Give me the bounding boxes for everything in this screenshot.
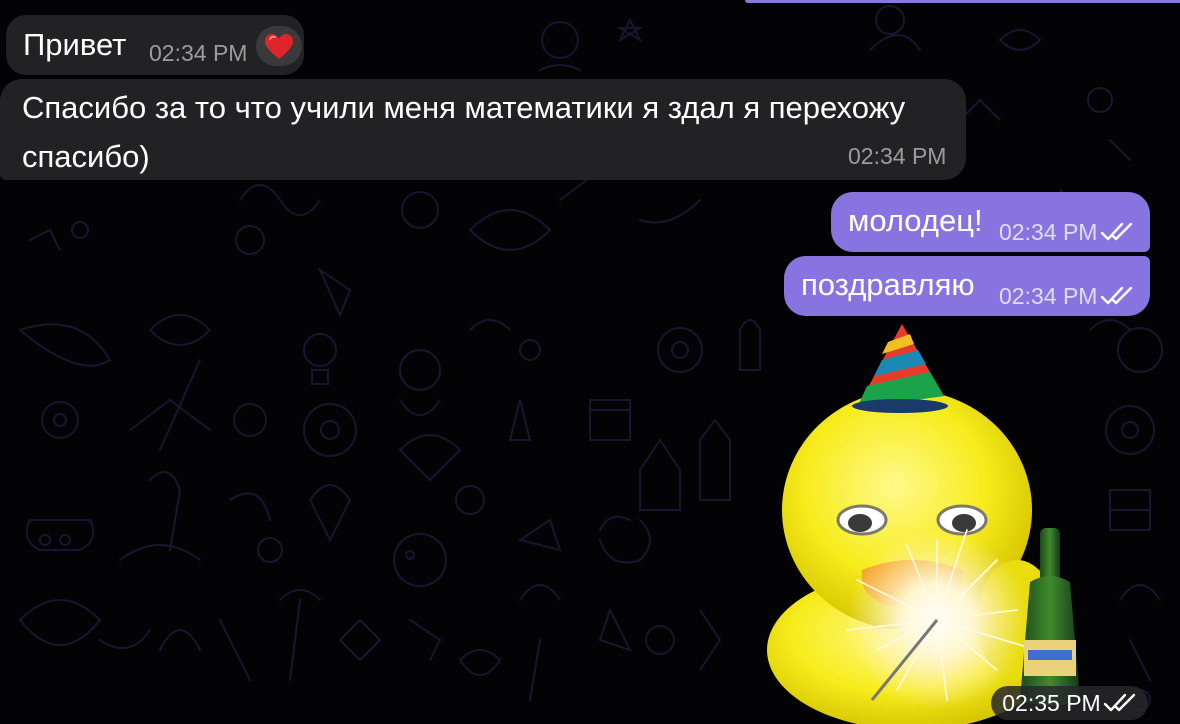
outgoing-message[interactable]: поздравляю 02:34 PM bbox=[784, 256, 1150, 316]
heart-icon bbox=[265, 33, 293, 59]
sticker-meta: 02:35 PM bbox=[991, 686, 1148, 720]
double-check-icon bbox=[1101, 222, 1133, 241]
incoming-message[interactable]: Привет 02:34 PM bbox=[6, 15, 304, 75]
message-time: 02:34 PM bbox=[848, 143, 947, 169]
message-text: Привет bbox=[23, 27, 127, 62]
message-text: молодец! bbox=[848, 203, 983, 238]
incoming-message[interactable]: Спасибо за то что учили меня математики … bbox=[0, 79, 966, 180]
message-time: 02:34 PM bbox=[999, 219, 1098, 245]
message-text: поздравляю bbox=[801, 267, 975, 302]
message-meta: 02:34 PM bbox=[999, 282, 1134, 310]
duck-sticker[interactable] bbox=[762, 320, 1162, 724]
chat-view: Привет 02:34 PM Спасибо за то что учили … bbox=[0, 0, 1180, 724]
top-edge-bubble bbox=[745, 0, 1180, 3]
outgoing-message[interactable]: молодец! 02:34 PM bbox=[831, 192, 1150, 252]
message-time: 02:34 PM bbox=[999, 283, 1098, 309]
message-time: 02:35 PM bbox=[1002, 689, 1101, 716]
message-text: Спасибо за то что учили меня математики … bbox=[22, 90, 906, 174]
reaction-heart-button[interactable] bbox=[256, 26, 302, 66]
message-time: 02:34 PM bbox=[149, 40, 248, 66]
double-check-icon bbox=[1103, 693, 1135, 712]
double-check-icon bbox=[1101, 286, 1133, 305]
message-meta: 02:34 PM bbox=[999, 218, 1134, 246]
